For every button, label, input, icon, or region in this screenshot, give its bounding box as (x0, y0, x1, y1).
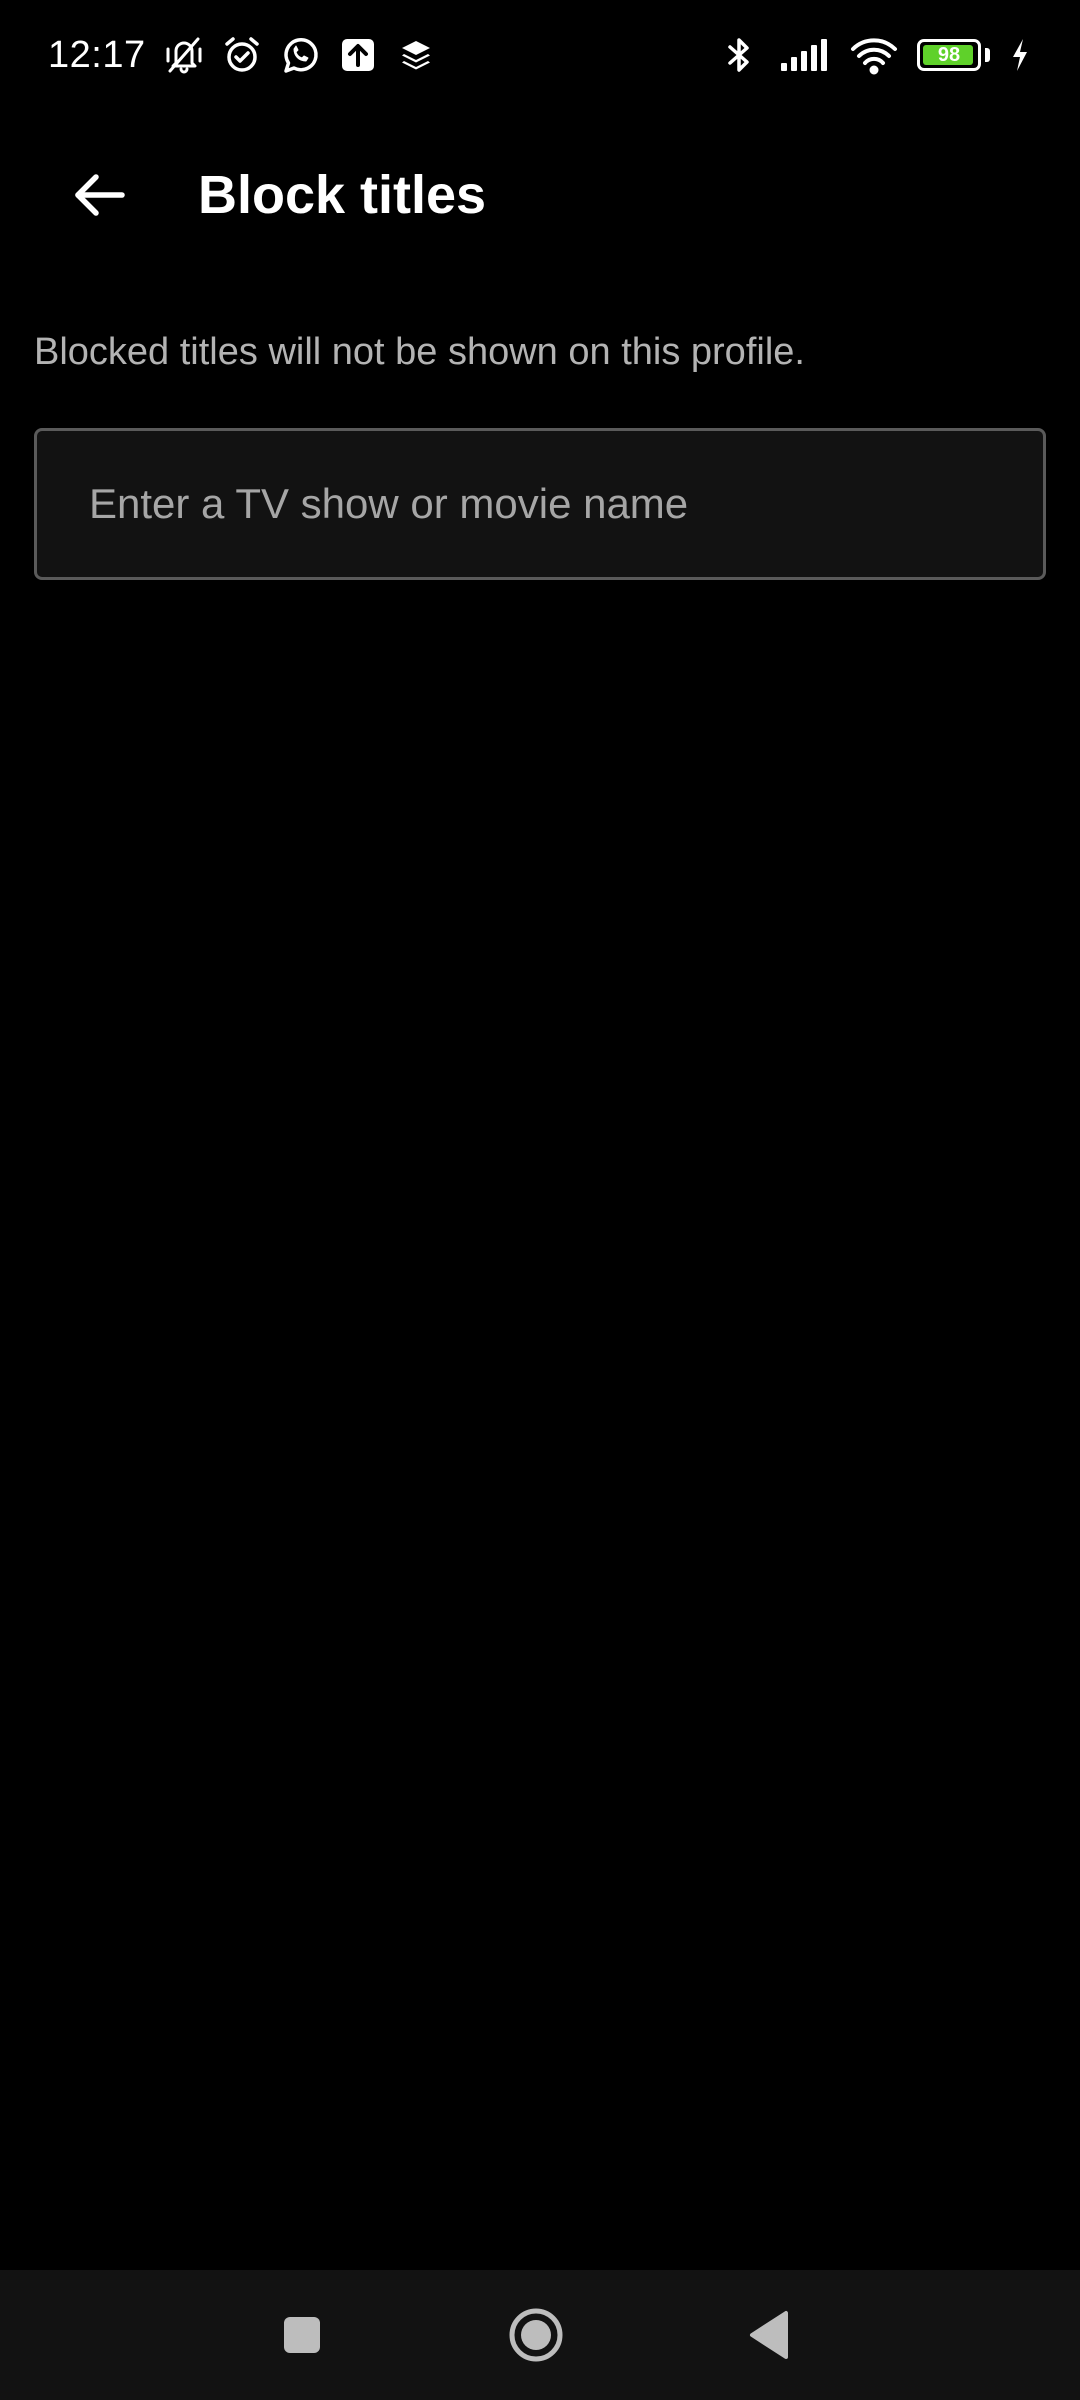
upload-icon (336, 33, 380, 77)
wifi-icon (849, 33, 899, 77)
home-button[interactable] (496, 2295, 576, 2375)
back-button[interactable] (52, 155, 148, 235)
battery-icon: 98 (917, 39, 981, 71)
page-title: Block titles (198, 165, 487, 225)
search-box[interactable] (34, 428, 1046, 580)
home-icon (509, 2308, 563, 2362)
whatsapp-icon (278, 33, 322, 77)
signal-icon (779, 33, 831, 77)
status-bar: 12:17 98 (0, 0, 1080, 110)
back-triangle-icon (750, 2311, 788, 2359)
app-header: Block titles (0, 130, 1080, 260)
recents-button[interactable] (262, 2295, 342, 2375)
status-left: 12:17 (48, 33, 438, 77)
status-time: 12:17 (48, 33, 146, 76)
battery-nub (985, 48, 990, 62)
battery-level-text: 98 (937, 43, 961, 66)
status-right: 98 (717, 33, 1032, 77)
description-text: Blocked titles will not be shown on this… (34, 331, 805, 373)
vibrate-mute-icon (162, 33, 206, 77)
charging-icon (1008, 33, 1032, 77)
layers-icon (394, 33, 438, 77)
title-search-input[interactable] (37, 431, 1043, 577)
bluetooth-icon (717, 33, 761, 77)
arrow-left-icon (75, 174, 125, 216)
system-back-button[interactable] (730, 2295, 810, 2375)
alarm-icon (220, 33, 264, 77)
recents-icon (284, 2317, 320, 2353)
system-nav-bar (0, 2270, 1080, 2400)
